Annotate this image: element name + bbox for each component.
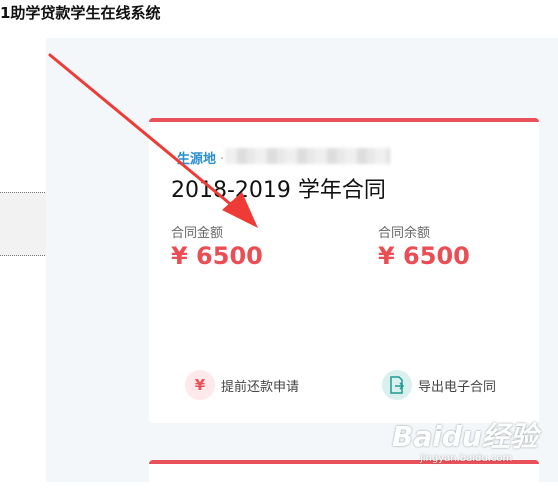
early-repayment-button[interactable]: ¥ 提前还款申请 [185,370,299,400]
early-repayment-label: 提前还款申请 [221,379,300,395]
origin-separator: · [220,152,225,167]
blurred-school-name [225,148,390,164]
export-document-icon [382,370,412,400]
contract-card: 生源地 · 2018-2019 学年合同 合同金额 ¥ 6500 合同余额 ¥ 6… [149,118,539,423]
watermark-url: jingyan.baidu.com [420,453,513,464]
page-title: 1助学贷款学生在线系统 [0,4,161,22]
sidebar-panel[interactable] [0,192,47,256]
balance-value: ¥ 6500 [378,242,470,270]
baidu-watermark: Baidu经验 jingyan.baidu.com [392,415,552,475]
watermark-logo: Baidu经验 [392,420,538,453]
contract-title: 2018-2019 学年合同 [171,178,386,203]
balance-label: 合同余额 [378,226,431,241]
contract-amount-label: 合同金额 [171,226,224,241]
yen-icon: ¥ [185,370,215,400]
origin-text: 生源地 [177,152,217,167]
export-contract-button[interactable]: 导出电子合同 [382,370,496,400]
export-contract-label: 导出电子合同 [418,379,497,395]
contract-amount-value: ¥ 6500 [171,242,263,270]
origin-label[interactable]: 生源地 · [177,148,224,167]
